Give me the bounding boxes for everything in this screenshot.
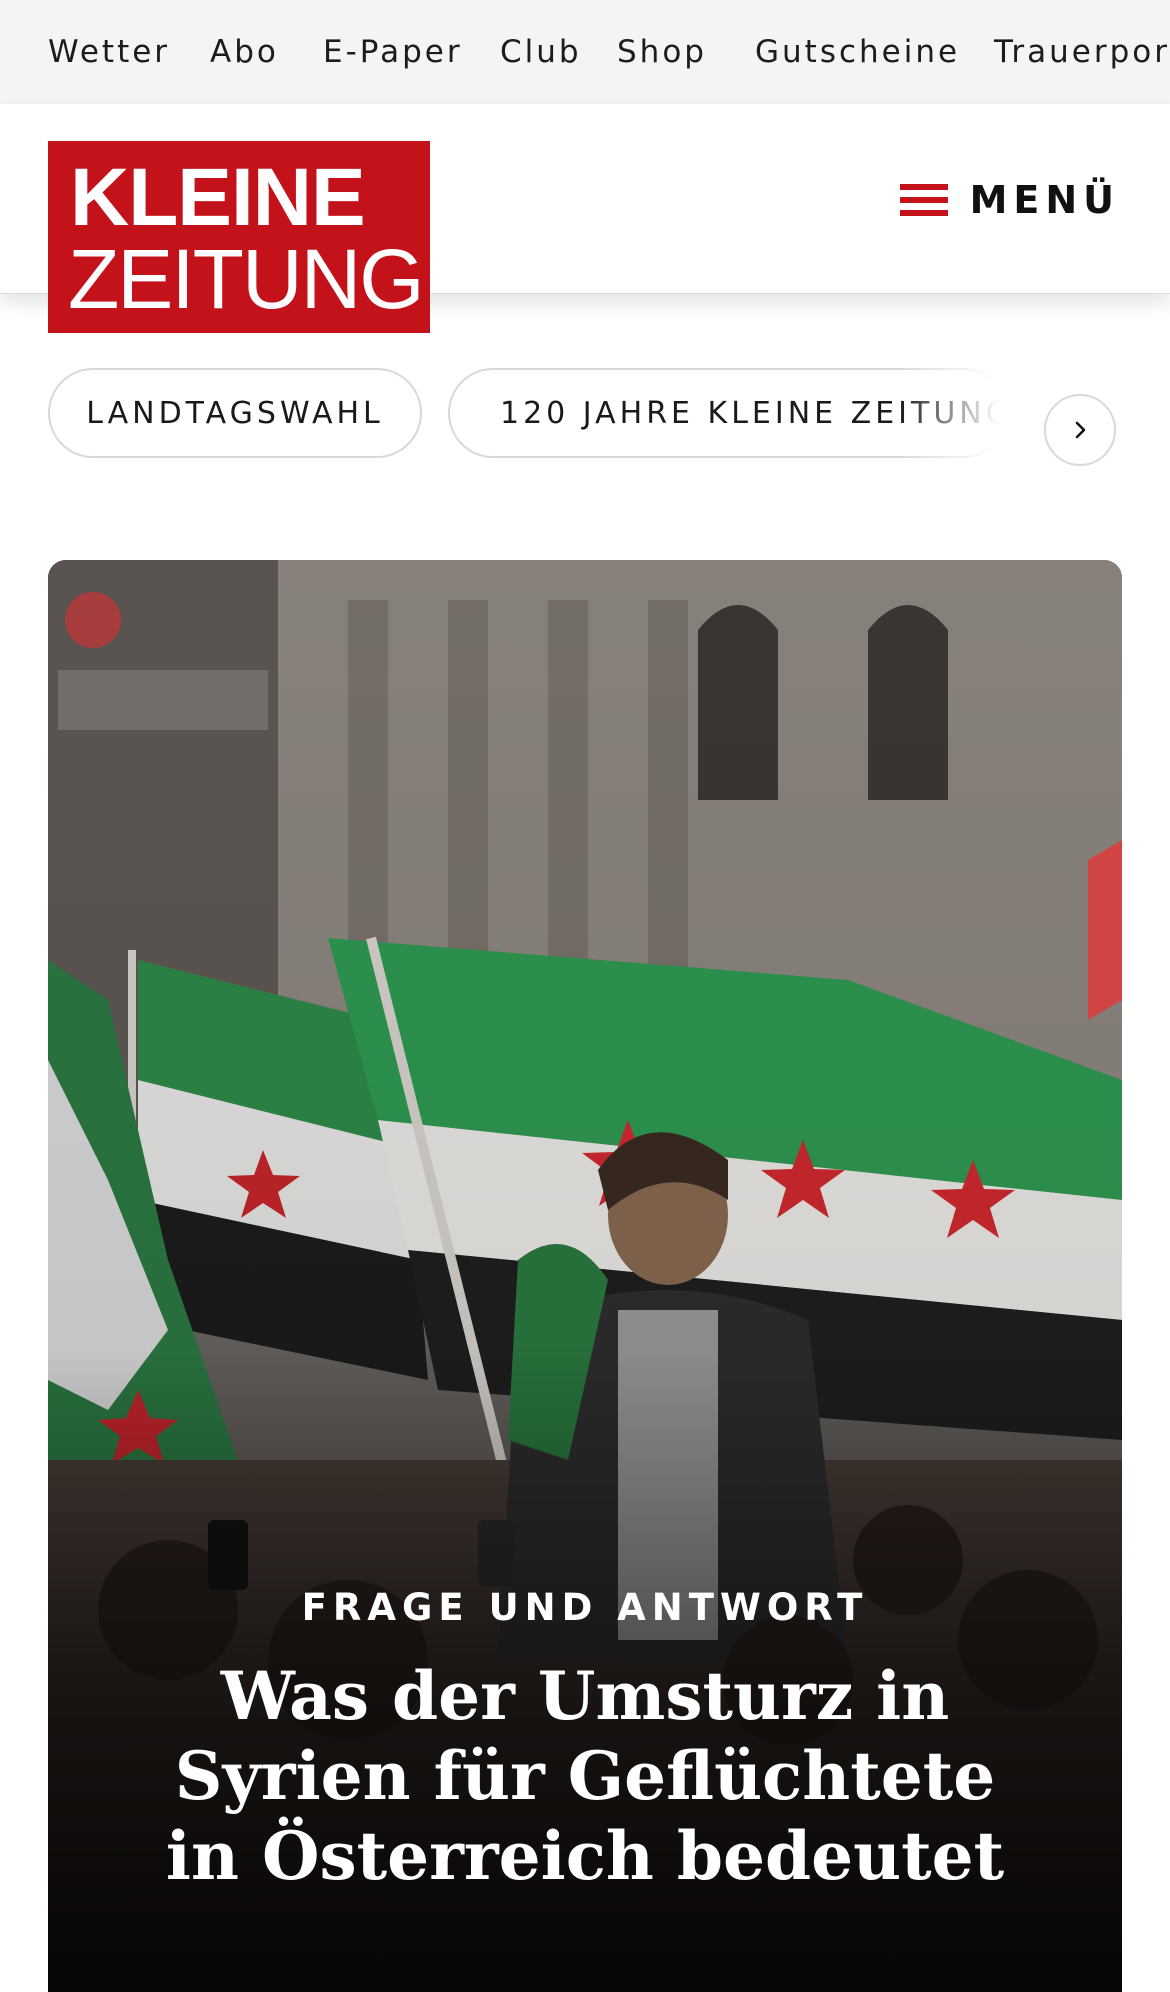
topbar-link-epaper[interactable]: E-Paper bbox=[323, 34, 463, 70]
site-logo[interactable]: KLEINE ZEITUNG bbox=[48, 141, 430, 333]
topbar-link-club[interactable]: Club bbox=[500, 34, 582, 70]
topbar-link-abo[interactable]: Abo bbox=[210, 34, 279, 70]
topbar-link-wetter[interactable]: Wetter bbox=[48, 34, 170, 70]
hero-headline[interactable]: Was der Umsturz in Syrien für Geflüchtet… bbox=[128, 1656, 1042, 1896]
hero-article-card[interactable]: FRAGE UND ANTWORT Was der Umsturz in Syr… bbox=[48, 560, 1122, 1992]
logo-line-1: KLEINE bbox=[70, 152, 366, 243]
topbar-link-shop[interactable]: Shop bbox=[617, 34, 707, 70]
chips-next-button[interactable] bbox=[1044, 394, 1116, 466]
hero-kicker: FRAGE UND ANTWORT bbox=[301, 1586, 869, 1629]
topbar-link-gutscheine[interactable]: Gutscheine bbox=[755, 34, 960, 70]
site-header: KLEINE ZEITUNG MENÜ bbox=[0, 104, 1170, 333]
hamburger-icon bbox=[900, 182, 948, 218]
topic-chips: LANDTAGSWAHL 120 JAHRE KLEINE ZEITUNG bbox=[0, 358, 1170, 470]
menu-button[interactable]: MENÜ bbox=[900, 170, 1120, 230]
chips-fade bbox=[900, 358, 1050, 470]
chevron-right-icon bbox=[1075, 421, 1086, 439]
top-utility-bar: Wetter Abo E-Paper Club Shop Gutscheine … bbox=[0, 0, 1170, 104]
chip-landtagswahl[interactable]: LANDTAGSWAHL bbox=[48, 368, 422, 458]
menu-label: MENÜ bbox=[969, 178, 1120, 222]
topbar-link-trauerportal[interactable]: Trauerportal bbox=[994, 34, 1170, 70]
logo-line-2: ZEITUNG bbox=[68, 232, 425, 326]
